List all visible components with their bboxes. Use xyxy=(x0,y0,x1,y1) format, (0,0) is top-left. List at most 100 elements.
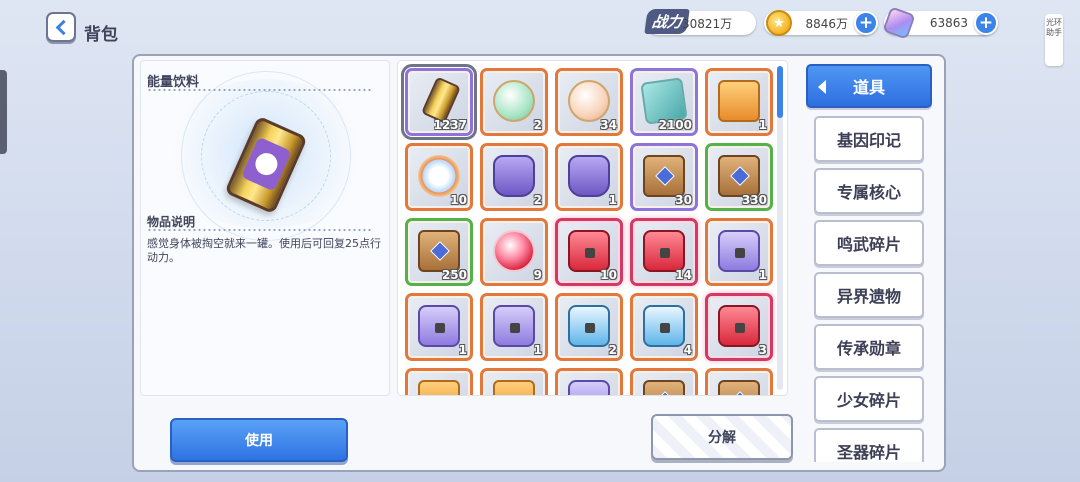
item-slot[interactable]: 1 xyxy=(480,293,548,361)
coin-display: ★ 8846万 + xyxy=(764,10,878,36)
item-slot[interactable]: 10 xyxy=(405,143,473,211)
tab-label: 基因印记 xyxy=(836,131,901,150)
item-detail-panel: 能量饮料 物品说明 感觉身体被掏空就来一罐。使用后可回复25点行动力。 xyxy=(140,60,390,396)
gem-value: 63863 xyxy=(929,16,968,30)
item-slot[interactable]: 1 xyxy=(405,293,473,361)
item-slot[interactable]: 2 xyxy=(555,293,623,361)
box-blue-item-icon xyxy=(643,305,685,347)
item-count: 3 xyxy=(758,343,767,357)
add-gem-button[interactable]: + xyxy=(974,11,998,35)
use-button[interactable]: 使用 xyxy=(170,418,348,462)
item-slot[interactable]: 1 xyxy=(705,68,773,136)
tab-category[interactable]: 少女碎片 xyxy=(814,376,924,422)
item-count: 2 xyxy=(533,193,542,207)
power-value: 30821万 xyxy=(682,16,733,31)
chest-item-icon xyxy=(718,155,760,197)
item-slot[interactable]: 4 xyxy=(630,293,698,361)
tab-category[interactable]: 鸣武碎片 xyxy=(814,220,924,266)
item-grid-container[interactable]: 1237 2 34 2100 1 10 2 1 30 330 250 9 10 14 1 1 1 2 4 3 xyxy=(397,60,788,396)
page-title: 背包 xyxy=(84,25,118,45)
decompose-button[interactable]: 分解 xyxy=(651,414,793,460)
box-red-item-icon xyxy=(643,230,685,272)
item-slot[interactable]: 250 xyxy=(405,218,473,286)
item-count: 10 xyxy=(450,193,467,207)
item-slot[interactable] xyxy=(555,368,623,395)
item-slot[interactable] xyxy=(705,368,773,395)
item-slot[interactable]: 330 xyxy=(705,143,773,211)
tab-category[interactable]: 传承勋章 xyxy=(814,324,924,370)
item-count: 2 xyxy=(533,118,542,132)
divider xyxy=(147,89,373,91)
divider xyxy=(147,229,373,231)
gem-icon xyxy=(882,6,916,40)
item-slot[interactable]: 2 xyxy=(480,143,548,211)
coin-icon: ★ xyxy=(766,10,792,36)
item-slot[interactable]: 30 xyxy=(630,143,698,211)
tab-category[interactable]: 圣器碎片 xyxy=(814,428,924,462)
box-gold-item-icon xyxy=(718,80,760,122)
item-slot[interactable] xyxy=(405,368,473,395)
item-count: 14 xyxy=(675,268,692,282)
gem-display: 63863 + xyxy=(882,6,998,40)
tab-label: 道具 xyxy=(852,78,885,97)
item-slot[interactable]: 2 xyxy=(480,68,548,136)
box-purple-item-icon xyxy=(568,380,610,395)
chevron-left-icon xyxy=(55,19,71,35)
chest-item-icon xyxy=(418,230,460,272)
chest-item-icon xyxy=(718,380,760,395)
box-purple-item-icon xyxy=(418,305,460,347)
item-slot[interactable]: 9 xyxy=(480,218,548,286)
chest-item-icon xyxy=(643,155,685,197)
tab-label: 专属核心 xyxy=(836,183,901,202)
item-count: 4 xyxy=(683,343,692,357)
box-gold-item-icon xyxy=(493,380,535,395)
tab-label: 鸣武碎片 xyxy=(836,235,901,254)
item-count: 1 xyxy=(758,118,767,132)
coin-value: 8846万 xyxy=(805,16,848,31)
item-slot[interactable]: 10 xyxy=(555,218,623,286)
item-slot[interactable]: 14 xyxy=(630,218,698,286)
orb2-item-icon xyxy=(568,80,610,122)
item-slot[interactable]: 2100 xyxy=(630,68,698,136)
can-item-icon xyxy=(420,76,462,124)
redorb-item-icon xyxy=(493,230,535,272)
tab-label: 少女碎片 xyxy=(836,391,901,410)
power-display: 战力 30821万 xyxy=(644,9,756,35)
item-count: 1237 xyxy=(433,118,467,132)
item-slot[interactable]: 1237 xyxy=(401,64,477,140)
item-slot[interactable]: 34 xyxy=(555,68,623,136)
item-name: 能量饮料 xyxy=(147,75,200,90)
item-count: 10 xyxy=(600,268,617,282)
item-grid: 1237 2 34 2100 1 10 2 1 30 330 250 9 10 14 1 1 1 2 4 3 xyxy=(401,64,773,395)
tab-category[interactable]: 专属核心 xyxy=(814,168,924,214)
tab-category[interactable]: 异界遗物 xyxy=(814,272,924,318)
tab-category[interactable]: 基因印记 xyxy=(814,116,924,162)
box-purple-item-icon xyxy=(493,305,535,347)
item-count: 1 xyxy=(608,193,617,207)
item-slot[interactable] xyxy=(630,368,698,395)
grid-scrollbar[interactable] xyxy=(777,66,783,390)
orb-item-icon xyxy=(493,80,535,122)
item-slot[interactable]: 3 xyxy=(705,293,773,361)
item-slot[interactable]: 1 xyxy=(705,218,773,286)
item-count: 1 xyxy=(533,343,542,357)
item-slot[interactable]: 1 xyxy=(555,143,623,211)
tab-label: 异界遗物 xyxy=(836,287,901,306)
add-coin-button[interactable]: + xyxy=(854,11,878,35)
item-count: 30 xyxy=(675,193,692,207)
scrollbar-thumb[interactable] xyxy=(777,66,783,118)
item-count: 2100 xyxy=(658,118,692,132)
item-count: 1 xyxy=(458,343,467,357)
box-red-item-icon xyxy=(718,305,760,347)
category-tabs: 道具基因印记专属核心鸣武碎片异界遗物传承勋章少女碎片圣器碎片 xyxy=(798,60,940,462)
drum-item-icon xyxy=(493,155,535,197)
description-text: 感觉身体被掏空就来一罐。使用后可回复25点行动力。 xyxy=(147,237,381,264)
helper-tab[interactable]: 光环助手 xyxy=(1045,14,1063,66)
box-purple-item-icon xyxy=(718,230,760,272)
item-slot[interactable] xyxy=(480,368,548,395)
description-title: 物品说明 xyxy=(147,215,196,229)
box-blue-item-icon xyxy=(568,305,610,347)
tab-category[interactable]: 道具 xyxy=(806,64,932,108)
back-button[interactable] xyxy=(46,12,76,42)
chest-item-icon xyxy=(643,380,685,395)
